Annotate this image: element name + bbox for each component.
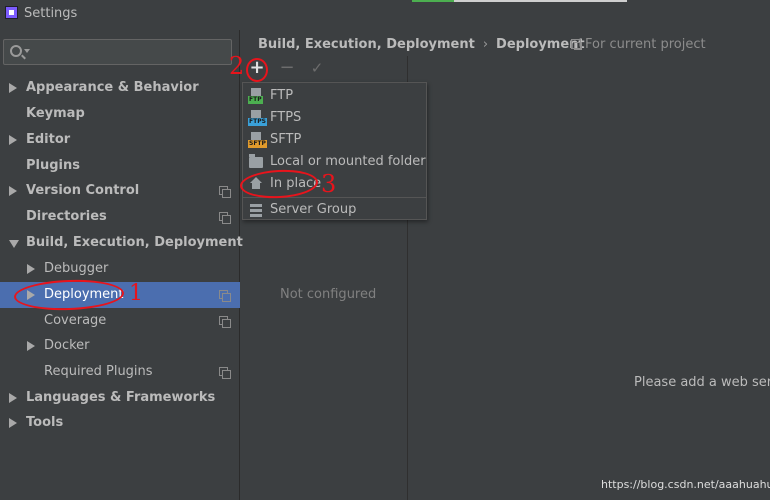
ftps-icon: FTPS (248, 110, 267, 126)
sidebar-item-keymap[interactable]: Keymap (0, 101, 240, 127)
remove-server-button[interactable]: − (277, 58, 297, 78)
sidebar-item-debugger[interactable]: Debugger (0, 256, 240, 282)
breadcrumb-parent[interactable]: Build, Execution, Deployment (258, 37, 475, 52)
expand-arrow-icon[interactable] (9, 83, 17, 93)
popup-item-label: SFTP (270, 132, 302, 147)
sidebar-item-build-execution-deployment[interactable]: Build, Execution, Deployment (0, 230, 243, 256)
sidebar-item-label: Keymap (26, 106, 85, 121)
project-scope-icon (219, 316, 231, 328)
sidebar-item-label: Directories (26, 209, 107, 224)
scope-text: For current project (585, 37, 706, 52)
sidebar-item-plugins[interactable]: Plugins (0, 153, 240, 179)
title-progress-strip (412, 0, 627, 2)
expand-arrow-icon[interactable] (9, 186, 17, 196)
expand-arrow-icon[interactable] (27, 341, 35, 351)
sftp-icon: SFTP (248, 132, 267, 148)
watermark-text: https://blog.csdn.net/aaahuahua (601, 478, 770, 491)
annotation-number-3: 3 (321, 170, 337, 198)
sidebar-item-languages-frameworks[interactable]: Languages & Frameworks (0, 385, 240, 411)
popup-item-sftp[interactable]: SFTP SFTP (243, 129, 426, 151)
sidebar-item-directories[interactable]: Directories (0, 204, 240, 230)
expand-arrow-icon[interactable] (9, 135, 17, 145)
sidebar-item-label: Languages & Frameworks (26, 390, 216, 405)
annotation-number-1: 1 (129, 281, 143, 306)
app-logo-icon (5, 6, 18, 19)
search-history-caret-icon[interactable] (24, 49, 30, 53)
sidebar-item-label: Appearance & Behavior (26, 80, 199, 95)
add-server-popup: FTP FTP FTPS FTPS SFTP SFTP Local or mou… (242, 82, 427, 220)
popup-item-ftps[interactable]: FTPS FTPS (243, 107, 426, 129)
sidebar-item-tools[interactable]: Tools (0, 410, 240, 436)
sidebar-item-label: Docker (44, 338, 90, 353)
title-bar: Settings (0, 0, 770, 30)
popup-item-label: FTP (270, 88, 294, 103)
search-input[interactable] (32, 42, 227, 62)
settings-sidebar: Appearance & Behavior Keymap Editor Plug… (0, 30, 243, 500)
sidebar-item-required-plugins[interactable]: Required Plugins (0, 359, 240, 385)
window-title: Settings (24, 6, 78, 21)
sidebar-item-label: Required Plugins (44, 364, 153, 379)
expand-arrow-icon[interactable] (9, 393, 17, 403)
add-server-hint: Please add a web server (634, 375, 770, 390)
folder-icon (249, 154, 263, 168)
ftp-icon: FTP (248, 88, 264, 104)
project-scope-icon (571, 39, 582, 50)
breadcrumb: Build, Execution, Deployment › Deployment (258, 37, 585, 52)
sidebar-item-appearance-behavior[interactable]: Appearance & Behavior (0, 75, 240, 101)
sidebar-item-label: Version Control (26, 183, 140, 198)
search-box[interactable] (3, 39, 232, 65)
sidebar-item-editor[interactable]: Editor (0, 127, 240, 153)
popup-item-server-group[interactable]: Server Group (243, 199, 426, 221)
popup-item-ftp[interactable]: FTP FTP (243, 85, 426, 107)
project-scope-icon (219, 186, 231, 198)
popup-item-label: FTPS (270, 110, 302, 125)
sidebar-item-version-control[interactable]: Version Control (0, 178, 240, 204)
expand-arrow-icon[interactable] (9, 418, 17, 428)
set-default-button[interactable]: ✓ (307, 58, 327, 78)
sidebar-item-label: Coverage (44, 313, 107, 328)
sidebar-item-label: Build, Execution, Deployment (26, 235, 243, 250)
sidebar-item-label: Editor (26, 132, 71, 147)
empty-list-text: Not configured (280, 287, 377, 302)
sidebar-item-label: Debugger (44, 261, 109, 276)
annotation-number-2: 2 (229, 52, 245, 80)
breadcrumb-separator-icon: › (482, 37, 489, 52)
search-icon[interactable] (10, 45, 22, 57)
project-scope-icon (219, 212, 231, 224)
project-scope-icon (219, 367, 231, 379)
sidebar-item-docker[interactable]: Docker (0, 333, 240, 359)
sidebar-item-label: Tools (26, 415, 64, 430)
collapse-arrow-icon[interactable] (9, 240, 19, 248)
project-scope-icon (219, 290, 231, 302)
popup-item-label: Server Group (270, 202, 357, 217)
project-scope-label: For current project (571, 37, 706, 52)
expand-arrow-icon[interactable] (27, 264, 35, 274)
sidebar-item-coverage[interactable]: Coverage (0, 308, 240, 334)
sidebar-item-label: Plugins (26, 158, 80, 173)
server-group-icon (248, 202, 264, 218)
annotation-circle-add (246, 58, 268, 82)
